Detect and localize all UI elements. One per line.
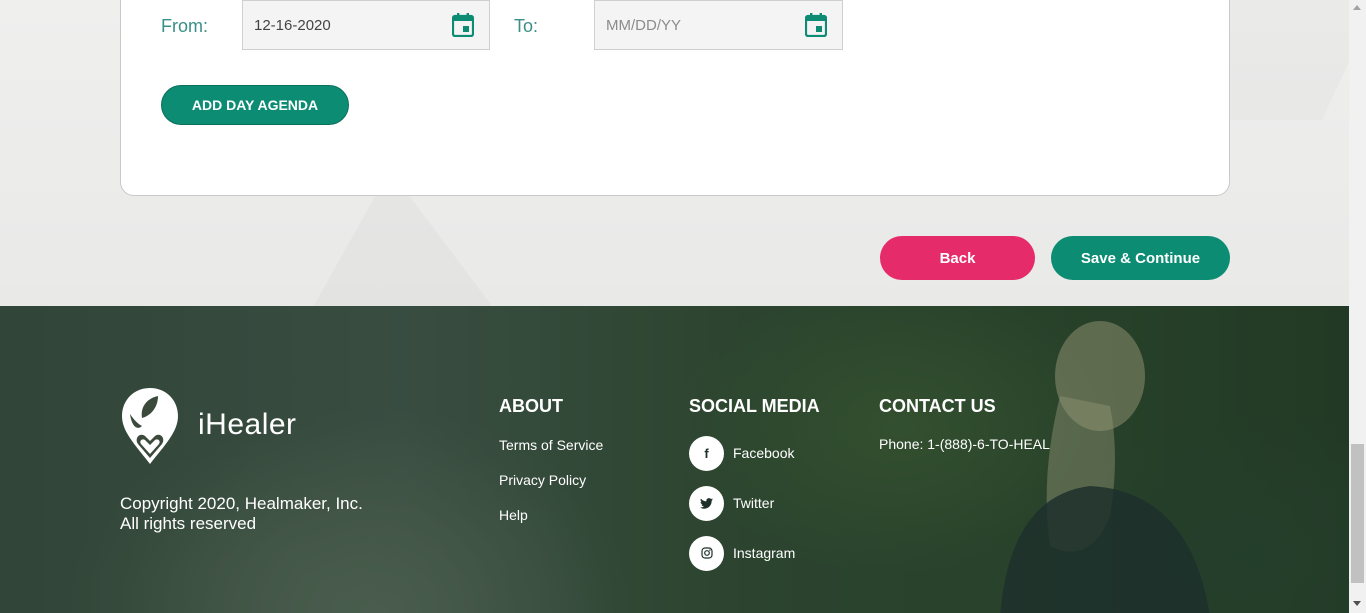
- footer-overlay: [0, 306, 1349, 613]
- brand-name[interactable]: iHealer: [198, 408, 297, 442]
- scrollbar-thumb[interactable]: [1351, 444, 1364, 583]
- calendar-icon[interactable]: [452, 13, 474, 37]
- save-continue-button[interactable]: Save & Continue: [1051, 236, 1230, 280]
- to-date-placeholder: MM/DD/YY: [606, 17, 681, 34]
- copyright: Copyright 2020, Healmaker, Inc. All righ…: [120, 494, 440, 534]
- footer: iHealer Copyright 2020, Healmaker, Inc. …: [0, 306, 1349, 613]
- add-day-agenda-button[interactable]: ADD DAY AGENDA: [161, 85, 349, 125]
- copyright-line: All rights reserved: [120, 514, 257, 533]
- calendar-icon[interactable]: [805, 13, 827, 37]
- from-date-value: 12-16-2020: [254, 17, 331, 34]
- from-date-field[interactable]: 12-16-2020: [242, 0, 490, 50]
- privacy-policy-link[interactable]: Privacy Policy: [499, 472, 586, 488]
- twitter-icon: [689, 485, 724, 521]
- twitter-label: Twitter: [733, 495, 775, 511]
- facebook-icon: f: [689, 435, 724, 471]
- scroll-up-arrow-icon[interactable]: [1353, 5, 1361, 10]
- to-label: To:: [514, 16, 539, 36]
- to-date-field[interactable]: MM/DD/YY: [594, 0, 843, 50]
- copyright-line: Copyright 2020, Healmaker, Inc.: [120, 494, 363, 513]
- from-label: From:: [161, 16, 208, 36]
- contact-us-title: CONTACT US: [879, 396, 996, 416]
- scroll-down-arrow-icon[interactable]: [1353, 601, 1361, 606]
- vertical-scrollbar[interactable]: [1349, 0, 1366, 613]
- twitter-link[interactable]: Twitter: [689, 485, 775, 521]
- page: From: 12-16-2020 To: MM/DD/YY ADD DAY AG…: [0, 0, 1349, 613]
- terms-of-service-link[interactable]: Terms of Service: [499, 437, 603, 453]
- facebook-label: Facebook: [733, 445, 795, 461]
- back-button[interactable]: Back: [880, 236, 1035, 280]
- help-link[interactable]: Help: [499, 507, 528, 523]
- instagram-icon: [689, 535, 724, 571]
- ihealer-logo-icon[interactable]: [120, 386, 180, 466]
- facebook-link[interactable]: f Facebook: [689, 435, 795, 471]
- social-media-title: SOCIAL MEDIA: [689, 396, 820, 416]
- instagram-label: Instagram: [733, 545, 796, 561]
- instagram-link[interactable]: Instagram: [689, 535, 796, 571]
- about-title: ABOUT: [499, 396, 563, 416]
- phone-number[interactable]: Phone: 1-(888)-6-TO-HEAL: [879, 436, 1050, 452]
